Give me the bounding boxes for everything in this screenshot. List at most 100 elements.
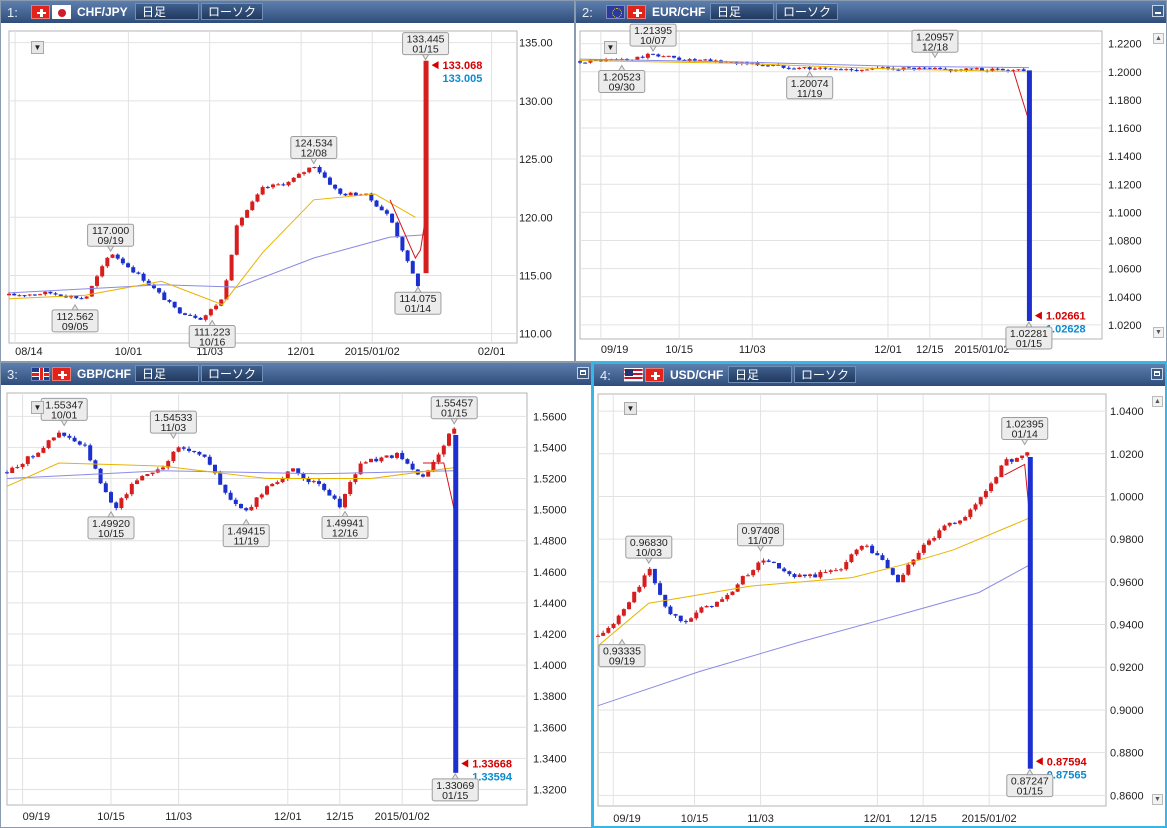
chart-menu-dropdown-button[interactable]: ▼	[624, 402, 637, 415]
last-candle	[1026, 70, 1032, 321]
title-bar[interactable]: 1: CHF/JPY 日足 ローソク	[1, 1, 574, 23]
title-bar[interactable]: 3: GBP/CHF 日足 ローソク	[1, 363, 591, 385]
x-tick-label: 09/19	[601, 344, 629, 356]
candle	[447, 433, 451, 447]
candle	[250, 200, 255, 211]
y-tick-label: 120.00	[519, 212, 553, 224]
chart-window-gbp-chf[interactable]: 3: GBP/CHF 日足 ローソク 1.5600 1.5400 1.5200 1.5000 1…	[0, 362, 592, 828]
chart-canvas[interactable]: 135.00 130.00 125.00 120.00 115.00 110.00 08/1…	[1, 23, 574, 361]
callout-date: 01/14	[1012, 428, 1038, 440]
timeframe-button[interactable]: 日足	[728, 366, 792, 383]
candle	[627, 601, 632, 610]
quote-currency-flag-icon	[52, 367, 71, 381]
candle	[348, 480, 353, 497]
currency-pair-label: GBP/CHF	[77, 367, 131, 381]
scroll-up-icon[interactable]: ▲	[1153, 33, 1164, 44]
callout-date: 09/30	[609, 81, 635, 93]
y-tick-label: 1.5000	[533, 505, 567, 517]
callout-date: 10/01	[51, 409, 77, 421]
x-tick-label: 10/01	[115, 346, 143, 358]
minimize-window-icon[interactable]	[1152, 5, 1164, 17]
candle	[239, 503, 243, 509]
x-tick-label: 2015/01/02	[375, 811, 430, 823]
timeframe-button[interactable]: 日足	[710, 3, 774, 20]
scroll-down-icon[interactable]: ▼	[1153, 327, 1164, 338]
candle	[777, 562, 782, 569]
candle	[1014, 457, 1019, 462]
chart-menu-dropdown-button[interactable]: ▼	[31, 41, 44, 54]
candle	[145, 474, 150, 477]
x-tick-label: 12/15	[909, 813, 937, 825]
title-bar[interactable]: 4: USD/CHF 日足 ローソク	[594, 364, 1165, 386]
y-tick-label: 1.0400	[1110, 406, 1144, 418]
y-tick-label: 1.2000	[1108, 67, 1142, 79]
last-candle	[1027, 456, 1033, 769]
candle	[343, 493, 347, 509]
callout-date: 11/19	[797, 88, 823, 100]
chart-menu-dropdown-button[interactable]: ▼	[604, 41, 617, 54]
candle	[245, 209, 250, 218]
candle	[890, 567, 895, 576]
chart-window-usd-chf[interactable]: 4: USD/CHF 日足 ローソク 1.0400 1.0200 1.0000 0.9800 0…	[592, 362, 1167, 828]
candle	[177, 306, 182, 315]
candle	[632, 591, 637, 604]
candle	[714, 601, 719, 607]
scroll-up-icon[interactable]: ▲	[1152, 396, 1163, 407]
candle	[369, 458, 373, 463]
maximize-window-icon[interactable]	[577, 367, 589, 379]
candle	[410, 260, 415, 274]
y-tick-label: 0.8800	[1110, 748, 1144, 760]
chart-style-button[interactable]: ローソク	[776, 3, 838, 20]
y-tick-label: 1.4200	[533, 629, 567, 641]
title-bar[interactable]: 2: EUR/CHF 日足 ローソク	[576, 1, 1166, 23]
chart-window-eur-chf[interactable]: 2: EUR/CHF 日足 ローソク 1.2200 1.2000 1.1800 1.1600 1…	[575, 0, 1167, 362]
callout-date: 12/16	[332, 528, 358, 540]
chart-style-button[interactable]: ローソク	[201, 365, 263, 382]
chart-canvas[interactable]: 1.2200 1.2000 1.1800 1.1600 1.1400 1.1200 1.10…	[576, 23, 1166, 361]
x-tick-label: 11/03	[747, 813, 774, 825]
candle	[663, 594, 668, 609]
timeframe-button[interactable]: 日足	[135, 3, 199, 20]
candle	[730, 591, 735, 596]
candle	[668, 605, 673, 616]
y-tick-label: 1.5400	[533, 442, 567, 454]
y-tick-label: 1.1400	[1108, 151, 1142, 163]
callout-date: 12/18	[922, 41, 948, 53]
chart-canvas[interactable]: 1.5600 1.5400 1.5200 1.5000 1.4800 1.4600 1.44…	[1, 385, 591, 827]
plot-area	[579, 30, 1103, 340]
candle	[84, 296, 89, 299]
y-tick-label: 1.2200	[1108, 39, 1142, 51]
candle	[46, 439, 51, 450]
currency-pair-label: USD/CHF	[670, 368, 724, 382]
candle	[119, 497, 124, 510]
timeframe-button[interactable]: 日足	[135, 365, 199, 382]
callout-date: 01/15	[442, 790, 468, 802]
y-tick-label: 1.1600	[1108, 123, 1142, 135]
y-tick-label: 125.00	[519, 154, 553, 166]
x-tick-label: 10/15	[681, 813, 709, 825]
chart-menu-dropdown-button[interactable]: ▼	[31, 401, 44, 414]
chart-style-button[interactable]: ローソク	[794, 366, 856, 383]
candle	[642, 573, 647, 589]
y-tick-label: 1.3400	[533, 753, 567, 765]
candle	[395, 221, 400, 238]
maximize-window-icon[interactable]	[1151, 368, 1163, 380]
y-tick-label: 135.00	[519, 38, 553, 50]
callout-date: 10/07	[640, 35, 666, 47]
chart-window-chf-jpy[interactable]: 1: CHF/JPY 日足 ローソク 135.00 130.00 125.00 120.00 1…	[0, 0, 575, 362]
last-candle	[453, 434, 459, 773]
x-tick-label: 11/03	[165, 811, 192, 823]
base-currency-flag-icon	[624, 368, 643, 382]
ask-price: 133.005	[443, 73, 483, 85]
y-tick-label: 1.1000	[1108, 207, 1142, 219]
y-tick-label: 1.0200	[1108, 320, 1142, 332]
y-tick-label: 1.0000	[1110, 491, 1144, 503]
callout-date: 09/05	[62, 321, 88, 333]
chart-canvas[interactable]: 1.0400 1.0200 1.0000 0.9800 0.9600 0.9400 0.92…	[594, 386, 1167, 828]
scroll-down-icon[interactable]: ▼	[1152, 794, 1163, 805]
y-tick-label: 1.3200	[533, 784, 567, 796]
candle	[229, 254, 234, 281]
currency-flags	[606, 5, 646, 19]
x-tick-label: 10/15	[665, 344, 693, 356]
chart-style-button[interactable]: ローソク	[201, 3, 263, 20]
